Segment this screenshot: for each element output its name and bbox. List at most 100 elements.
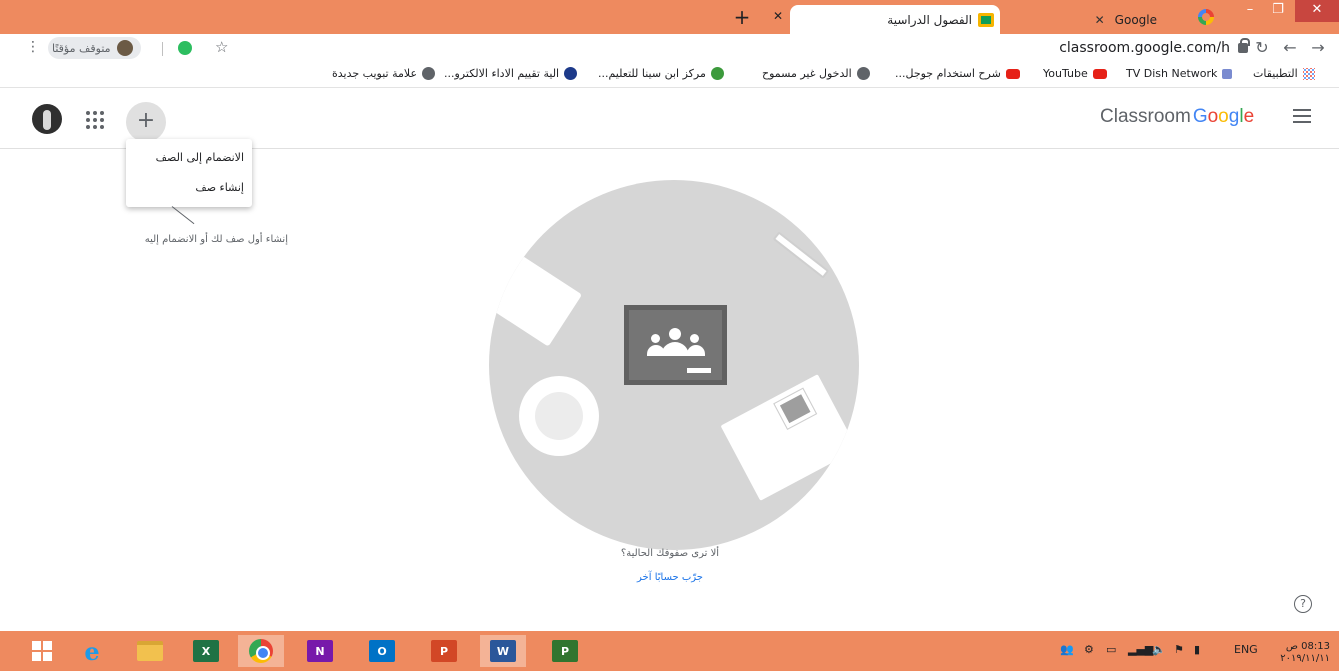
bookmark-label: شرح استخدام جوجل... [895, 67, 1001, 80]
bookmark-ibn-sina[interactable]: مركز ابن سينا للتعليم... [598, 67, 724, 80]
chrome-icon [249, 639, 273, 663]
bookmark-label: TV Dish Network [1126, 67, 1218, 80]
brand-google: G o o g l e [1193, 106, 1254, 128]
toolbar-divider [162, 42, 163, 56]
chrome-menu-icon[interactable]: ⋮ [26, 39, 40, 55]
bookmark-label: الية تقييم الاداء الالكترو... [444, 67, 560, 80]
brand-letter: g [1228, 106, 1240, 127]
hamburger-menu-icon[interactable] [1293, 109, 1311, 123]
tab-google-title: Google [1114, 12, 1157, 27]
folder-icon [137, 641, 163, 661]
brand-letter: o [1207, 106, 1219, 127]
apps-grid-icon [1302, 67, 1315, 80]
empty-state-question: ألا ترى صفوفك الحالية؟ [620, 548, 720, 559]
bookmark-label: مركز ابن سينا للتعليم... [598, 67, 706, 80]
onenote-icon: N [307, 640, 333, 662]
tray-network-icon[interactable]: ▂▄▆ [1128, 643, 1153, 656]
powerpoint-icon: P [431, 640, 457, 662]
tab-google[interactable]: Google ✕ [1005, 5, 1165, 34]
taskbar-outlook[interactable]: O [362, 635, 402, 667]
profile-avatar [116, 40, 133, 56]
taskbar-chrome[interactable] [238, 635, 284, 667]
bookmark-youtube[interactable]: YouTube [1043, 67, 1107, 80]
help-icon[interactable]: ? [1294, 595, 1312, 613]
tray-battery-icon[interactable]: ▮ [1194, 643, 1200, 656]
google-account-icon[interactable] [1198, 9, 1214, 25]
bookmark-star-icon[interactable]: ☆ [215, 38, 228, 56]
evernote-extension-icon[interactable] [178, 41, 192, 55]
classroom-board-icon [624, 305, 727, 385]
clock-time: 08:13 ص [1285, 641, 1330, 652]
pen-illustration [772, 231, 830, 279]
owl-icon [564, 67, 578, 80]
bookmark-label: YouTube [1043, 67, 1088, 80]
window-minimize-button[interactable]: – [1235, 0, 1265, 22]
brand-letter: G [1192, 106, 1208, 127]
bookmark-google-tutorial[interactable]: شرح استخدام جوجل... [895, 67, 1020, 80]
windows-taskbar: e X N O P W P 👥 ⚙ ▭ ▂▄▆ 🔈 ⚑ ▮ ENG [0, 631, 1339, 671]
bookmark-performance[interactable]: الية تقييم الاداء الالكترو... [444, 67, 578, 80]
tray-flag-icon[interactable]: ⚑ [1174, 643, 1184, 656]
browser-titlebar: ✕ ❐ – Google ✕ الفصول الدراسية ✕ + [0, 0, 1339, 34]
address-bar[interactable]: classroom.google.com/h [1020, 40, 1230, 58]
bookmark-label: علامة تبويب جديدة [332, 67, 418, 80]
add-class-menu: الانضمام إلى الصف إنشاء صف [126, 139, 252, 207]
join-class-item[interactable]: الانضمام إلى الصف [126, 143, 252, 173]
taskbar-excel[interactable]: X [186, 635, 226, 667]
classroom-logo[interactable]: Classroom G o o g l e [1100, 106, 1254, 128]
start-button[interactable] [22, 635, 62, 667]
window-maximize-button[interactable]: ❐ [1263, 0, 1293, 22]
language-indicator[interactable]: ENG [1234, 643, 1258, 656]
folder-illustration [720, 374, 858, 501]
create-class-item[interactable]: إنشاء صف [126, 173, 252, 203]
back-button[interactable]: → [1308, 38, 1328, 58]
tv-icon [1222, 68, 1233, 79]
internet-explorer-icon: e [84, 636, 100, 666]
tray-sync-icon[interactable]: ⚙ [1084, 643, 1094, 656]
tab-classroom-title: الفصول الدراسية [887, 12, 972, 27]
brand-word: Classroom [1100, 106, 1191, 127]
browser-toolbar: → ← ↻ classroom.google.com/h ☆ متوقف مؤق… [0, 34, 1339, 62]
tray-people-icon[interactable]: 👥 [1060, 643, 1074, 656]
taskbar-internet-explorer[interactable]: e [72, 635, 112, 667]
globe-icon [422, 67, 436, 80]
brand-letter: e [1243, 106, 1255, 127]
bookmark-label: الدخول غير مسموح [762, 67, 852, 80]
new-tab-button[interactable]: + [730, 6, 754, 30]
tab-classroom-close-icon[interactable]: ✕ [773, 9, 783, 23]
lock-icon[interactable] [1238, 38, 1250, 53]
taskbar-word[interactable]: W [480, 635, 526, 667]
youtube-icon [1005, 68, 1020, 79]
profile-paused-button[interactable]: متوقف مؤقتًا [48, 37, 141, 59]
tab-classroom[interactable]: الفصول الدراسية [790, 5, 1000, 34]
leaf-icon [710, 67, 724, 80]
taskbar-onenote[interactable]: N [300, 635, 340, 667]
forward-button[interactable]: ← [1280, 38, 1300, 58]
user-avatar[interactable] [32, 104, 62, 134]
profile-status-label: متوقف مؤقتًا [52, 41, 111, 55]
bookmarks-bar: التطبيقات TV Dish Network YouTube شرح اس… [0, 62, 1339, 88]
tray-volume-icon[interactable]: 🔈 [1152, 643, 1166, 656]
tray-display-icon[interactable]: ▭ [1106, 643, 1116, 656]
taskbar-project[interactable]: P [545, 635, 585, 667]
bookmark-access-denied[interactable]: الدخول غير مسموح [762, 67, 870, 80]
try-another-account-link[interactable]: جرّب حسابًا آخر [560, 572, 780, 583]
add-class-button[interactable]: + [126, 102, 166, 142]
youtube-icon [1092, 68, 1107, 79]
clock-date: ٢٠١٩/١١/١١ [1280, 653, 1330, 664]
globe-icon [856, 67, 870, 80]
bookmark-new-tab[interactable]: علامة تبويب جديدة [332, 67, 436, 80]
taskbar-powerpoint[interactable]: P [424, 635, 464, 667]
taskbar-file-explorer[interactable] [130, 635, 170, 667]
bookmark-tv-dish[interactable]: TV Dish Network [1126, 67, 1233, 80]
window-close-button[interactable]: ✕ [1295, 0, 1339, 22]
project-icon: P [552, 640, 578, 662]
outlook-icon: O [369, 640, 395, 662]
google-apps-icon[interactable] [86, 111, 104, 129]
paper-illustration [489, 255, 583, 347]
tab-google-close-icon[interactable]: ✕ [1091, 13, 1109, 27]
coffee-cup-illustration [519, 376, 599, 456]
taskbar-clock[interactable]: 08:13 ص ٢٠١٩/١١/١١ [1270, 641, 1330, 665]
bookmark-apps[interactable]: التطبيقات [1253, 67, 1315, 80]
reload-button[interactable]: ↻ [1252, 38, 1272, 58]
